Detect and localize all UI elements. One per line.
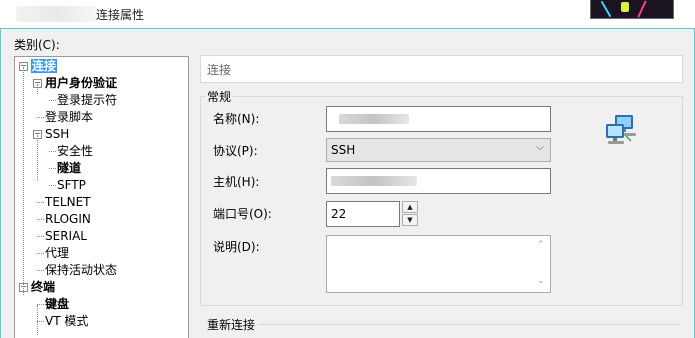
tree-connector: [37, 202, 44, 203]
tree-item[interactable]: 安全性: [57, 143, 93, 160]
name-field-redacted: [339, 114, 409, 124]
description-label: 说明(D):: [213, 240, 260, 254]
tree-item[interactable]: 键盘: [45, 296, 69, 313]
reconnect-group-border: [258, 324, 681, 325]
tree-connector: [37, 270, 44, 271]
tree-connector: [37, 305, 38, 335]
tree-connector: [37, 117, 44, 118]
tree-connector: [23, 67, 24, 295]
port-spinner[interactable]: ▲ ▼: [402, 201, 418, 226]
protocol-select[interactable]: SSH ⌵: [326, 138, 551, 162]
general-group-title: 常规: [205, 88, 234, 105]
name-field[interactable]: [326, 106, 551, 132]
protocol-label: 协议(P):: [213, 144, 258, 158]
tree-item-label: 键盘: [45, 297, 70, 311]
host-field[interactable]: [326, 168, 551, 194]
description-scrollbar[interactable]: ⌃ ⌄: [533, 236, 550, 292]
category-label: 类别(C):: [14, 38, 60, 52]
tree-item[interactable]: 终端: [31, 279, 55, 296]
tree-connector: [49, 100, 56, 101]
tree-item-label: SERIAL: [45, 229, 87, 243]
protocol-value: SSH: [331, 143, 356, 157]
spin-up-icon[interactable]: ▲: [402, 201, 418, 213]
description-field[interactable]: ⌃ ⌄: [326, 235, 551, 293]
scroll-up-icon[interactable]: ⌃: [537, 240, 545, 250]
tree-item[interactable]: SSH: [45, 126, 69, 143]
tree-item[interactable]: 代理: [45, 245, 69, 262]
tree-item[interactable]: 连接: [31, 58, 58, 75]
tree-item[interactable]: SFTP: [57, 177, 86, 194]
tree-item-label: 登录提示符: [57, 93, 118, 107]
title-bar: 连接属性: [0, 0, 695, 28]
tree-item-label: VT 模式: [45, 314, 89, 328]
category-tree[interactable]: 连接 − 用户身份验证 − 登录提示符 登录脚本 SSH − 安全性 隧道 SFTP TELNET RL…: [14, 56, 189, 338]
host-label: 主机(H):: [213, 175, 260, 189]
tree-item[interactable]: 隧道: [57, 160, 81, 177]
spin-down-icon[interactable]: ▼: [402, 214, 418, 226]
port-value: 22: [331, 207, 347, 221]
tree-connector: [49, 151, 56, 152]
tree-connector: [37, 135, 38, 181]
tree-item[interactable]: 登录脚本: [45, 109, 93, 126]
panel-header: 连接: [200, 55, 683, 83]
tree-item-label: 保持活动状态: [45, 263, 118, 277]
tree-connector: [37, 304, 44, 305]
tree-item[interactable]: SERIAL: [45, 228, 87, 245]
tree-connector: [37, 253, 44, 254]
tree-item-label: 代理: [45, 246, 70, 260]
tree-item[interactable]: VT 模式: [45, 313, 88, 330]
background-app-thumbnail: [590, 0, 674, 19]
tree-item-label: SFTP: [57, 178, 86, 192]
reconnect-group-title: 重新连接: [205, 316, 258, 333]
host-field-redacted: [331, 176, 417, 186]
tree-connector: [37, 321, 44, 322]
tree-item-label: 连接: [31, 59, 58, 73]
tree-connector: [37, 236, 44, 237]
tree-connector: [49, 185, 56, 186]
tree-connector: [37, 84, 38, 94]
tree-item[interactable]: 保持活动状态: [45, 262, 117, 279]
tree-item-label: 用户身份验证: [45, 76, 118, 90]
chevron-down-icon: ⌵: [536, 142, 544, 153]
tree-connector: [49, 168, 56, 169]
tree-item-label: 安全性: [57, 144, 94, 158]
panel-header-title: 连接: [207, 63, 232, 77]
tree-item[interactable]: 用户身份验证: [45, 75, 117, 92]
port-label: 端口号(O):: [213, 207, 272, 221]
scroll-down-icon[interactable]: ⌄: [537, 276, 545, 286]
window-title: 连接属性: [96, 8, 145, 22]
tree-item-label: RLOGIN: [45, 212, 91, 226]
tree-item-label: TELNET: [45, 195, 91, 209]
network-computers-icon: [606, 115, 636, 144]
tree-item[interactable]: RLOGIN: [45, 211, 91, 228]
port-field[interactable]: 22: [326, 201, 400, 227]
tree-item-label: 登录脚本: [45, 110, 94, 124]
tree-item-label: 隧道: [57, 161, 82, 175]
name-label: 名称(N):: [213, 112, 260, 126]
tree-item-label: SSH: [45, 127, 70, 141]
tree-connector: [37, 219, 44, 220]
tree-item-label: 终端: [31, 280, 56, 294]
tree-item[interactable]: TELNET: [45, 194, 91, 211]
tree-item[interactable]: 登录提示符: [57, 92, 117, 109]
title-redacted: [16, 6, 98, 22]
